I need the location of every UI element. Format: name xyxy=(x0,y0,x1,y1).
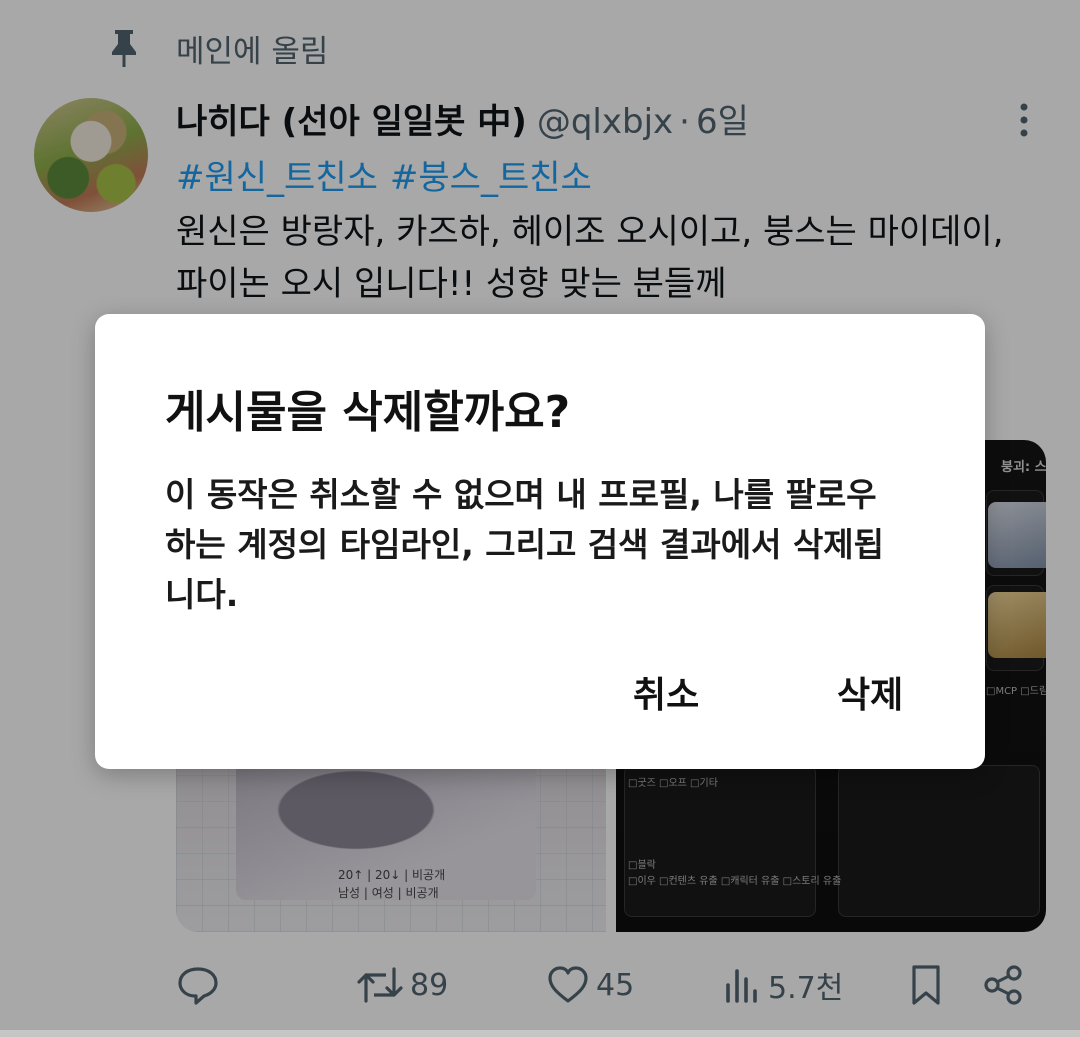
bottom-divider xyxy=(0,1030,1080,1037)
cancel-button[interactable]: 취소 xyxy=(619,664,713,728)
delete-button[interactable]: 삭제 xyxy=(823,664,917,728)
dialog-title: 게시물을 삭제할까요? xyxy=(165,387,571,438)
tweet-detail-page: 메인에 올림 나히다 (선아 일일봇 中) @qlxbjx · 6일 #원신_트친소 #… xyxy=(0,0,1080,1037)
dialog-message: 이 동작은 취소할 수 없으며 내 프로필, 나를 팔로우하는 계정의 타임라인… xyxy=(165,475,885,614)
delete-confirm-dialog: 게시물을 삭제할까요? 이 동작은 취소할 수 없으며 내 프로필, 나를 팔로… xyxy=(95,314,985,769)
